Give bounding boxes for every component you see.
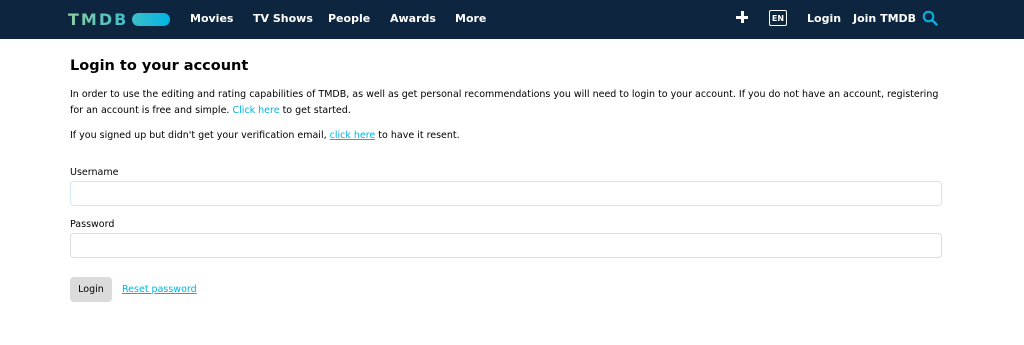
intro-after-text: to get started. xyxy=(279,105,351,116)
intro-paragraph: In order to use the editing and rating c… xyxy=(70,87,950,119)
intro-text: In order to use the editing and rating c… xyxy=(70,89,939,116)
join-tmdb-link[interactable]: Join TMDB xyxy=(853,12,916,25)
resend-verification-link[interactable]: click here xyxy=(330,130,376,141)
logo-pill-shape xyxy=(132,13,171,26)
language-selector[interactable]: EN xyxy=(769,10,787,26)
reset-password-link[interactable]: Reset password xyxy=(122,284,197,295)
logo-text: TMDB xyxy=(68,10,129,29)
verify-text: If you signed up but didn't get your ver… xyxy=(70,130,330,141)
password-input[interactable] xyxy=(70,233,942,258)
nav-people[interactable]: People xyxy=(328,12,370,25)
plus-icon[interactable] xyxy=(736,11,748,23)
verify-after-text: to have it resent. xyxy=(375,130,460,141)
nav-movies[interactable]: Movies xyxy=(190,12,233,25)
register-link[interactable]: Click here xyxy=(232,105,279,116)
top-nav-bar: TMDB Movies TV Shows People Awards More … xyxy=(0,0,1024,39)
password-label: Password xyxy=(70,219,115,230)
nav-tv-shows[interactable]: TV Shows xyxy=(253,12,313,25)
verification-paragraph: If you signed up but didn't get your ver… xyxy=(70,128,950,144)
username-label: Username xyxy=(70,167,119,178)
page-title: Login to your account xyxy=(70,58,249,74)
login-link[interactable]: Login xyxy=(807,12,841,25)
nav-awards[interactable]: Awards xyxy=(390,12,436,25)
username-input[interactable] xyxy=(70,181,942,206)
tmdb-logo[interactable]: TMDB xyxy=(68,10,171,29)
nav-more[interactable]: More xyxy=(455,12,486,25)
login-button[interactable]: Login xyxy=(70,277,112,302)
search-icon[interactable] xyxy=(922,10,938,26)
